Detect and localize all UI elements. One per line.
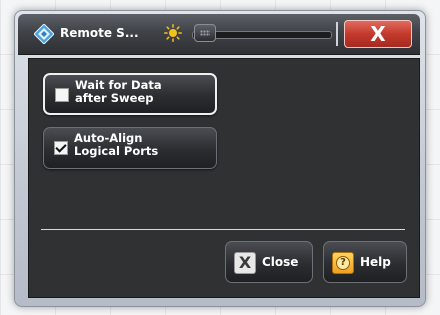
diamond-app-icon — [34, 24, 54, 44]
grip-icon — [200, 30, 210, 36]
close-button-label: Close — [262, 255, 299, 269]
wait-for-data-toggle[interactable]: Wait for Data after Sweep — [43, 73, 217, 115]
wait-for-data-label: Wait for Data after Sweep — [75, 79, 162, 105]
wait-for-data-checkbox[interactable] — [55, 88, 69, 102]
auto-align-label-line2: Logical Ports — [74, 144, 159, 158]
auto-align-label: Auto-Align Logical Ports — [74, 132, 158, 158]
auto-align-checkbox[interactable] — [54, 141, 68, 155]
title-separator — [336, 22, 338, 46]
title-bar[interactable]: Remote S... X — [18, 14, 420, 55]
wait-for-data-label-line2: after Sweep — [75, 91, 154, 105]
help-button-label: Help — [360, 255, 391, 269]
window-close-button[interactable]: X — [344, 20, 412, 48]
help-icon: ? — [332, 252, 354, 274]
help-button[interactable]: ? Help — [323, 241, 407, 283]
transparency-slider-thumb[interactable] — [194, 24, 216, 42]
close-x-icon: X — [234, 252, 256, 274]
window-title: Remote S... — [60, 26, 139, 40]
footer-divider — [41, 229, 405, 230]
auto-align-toggle[interactable]: Auto-Align Logical Ports — [43, 127, 217, 169]
dialog-body: Wait for Data after Sweep Auto-Align Log… — [28, 58, 420, 298]
help-question-glyph: ? — [336, 256, 350, 270]
sun-icon — [164, 24, 182, 42]
close-button[interactable]: X Close — [225, 241, 313, 283]
